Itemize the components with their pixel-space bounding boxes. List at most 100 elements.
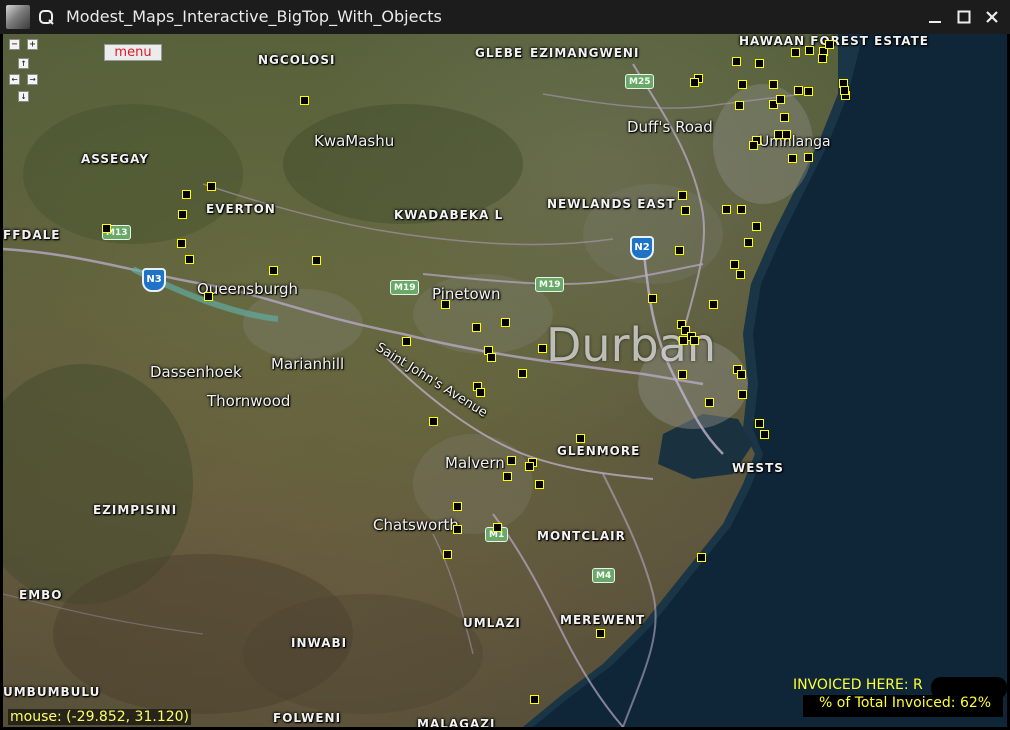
invoice-location-marker[interactable]	[476, 388, 485, 397]
invoice-location-marker[interactable]	[752, 222, 761, 231]
invoice-location-marker[interactable]	[755, 59, 764, 68]
invoice-location-marker[interactable]	[185, 255, 194, 264]
invoice-location-marker[interactable]	[780, 113, 789, 122]
route-shield: M19	[535, 277, 565, 292]
invoice-location-marker[interactable]	[794, 86, 803, 95]
invoice-location-marker[interactable]	[178, 210, 187, 219]
invoice-location-marker[interactable]	[402, 337, 411, 346]
pan-left-button[interactable]: ←	[9, 74, 20, 85]
place-label: Chatsworth	[373, 516, 459, 534]
invoice-location-marker[interactable]	[518, 369, 527, 378]
invoice-location-marker[interactable]	[525, 462, 534, 471]
invoice-location-marker[interactable]	[818, 54, 827, 63]
invoice-location-marker[interactable]	[737, 370, 746, 379]
place-label: UMBUMBULU	[3, 685, 101, 699]
invoice-location-marker[interactable]	[501, 318, 510, 327]
invoice-location-marker[interactable]	[177, 239, 186, 248]
invoice-location-marker[interactable]	[648, 294, 657, 303]
invoice-location-marker[interactable]	[736, 270, 745, 279]
place-label: Thornwood	[207, 392, 291, 410]
invoice-location-marker[interactable]	[791, 48, 800, 57]
invoice-location-marker[interactable]	[735, 101, 744, 110]
national-route-shield: N2	[630, 236, 654, 260]
invoice-location-marker[interactable]	[776, 95, 785, 104]
invoice-location-marker[interactable]	[678, 191, 687, 200]
invoice-location-marker[interactable]	[453, 502, 462, 511]
invoice-location-marker[interactable]	[675, 246, 684, 255]
invoice-location-marker[interactable]	[804, 87, 813, 96]
invoice-location-marker[interactable]	[182, 190, 191, 199]
invoice-location-marker[interactable]	[722, 205, 731, 214]
invoice-location-marker[interactable]	[679, 336, 688, 345]
place-label: EVERTON	[206, 202, 276, 216]
mouse-coords: (-29.852, 31.120)	[66, 709, 190, 725]
invoice-location-marker[interactable]	[738, 80, 747, 89]
invoice-location-marker[interactable]	[269, 266, 278, 275]
invoice-location-marker[interactable]	[760, 430, 769, 439]
invoice-location-marker[interactable]	[749, 141, 758, 150]
pan-up-button[interactable]: ↑	[18, 58, 29, 69]
route-shield: M4	[592, 568, 616, 583]
invoice-location-marker[interactable]	[507, 456, 516, 465]
invoice-location-marker[interactable]	[453, 525, 462, 534]
invoice-location-marker[interactable]	[690, 78, 699, 87]
invoice-location-marker[interactable]	[755, 419, 764, 428]
invoice-location-marker[interactable]	[805, 46, 814, 55]
invoice-location-marker[interactable]	[429, 417, 438, 426]
invoice-location-marker[interactable]	[678, 370, 687, 379]
invoice-location-marker[interactable]	[788, 154, 797, 163]
zoom-out-button[interactable]: −	[9, 39, 20, 50]
invoice-location-marker[interactable]	[472, 323, 481, 332]
invoice-location-marker[interactable]	[738, 390, 747, 399]
invoice-location-marker[interactable]	[535, 480, 544, 489]
place-label: NGCOLOSI	[258, 53, 336, 67]
invoice-location-marker[interactable]	[690, 336, 699, 345]
title-bar[interactable]: Modest_Maps_Interactive_BigTop_With_Obje…	[0, 0, 1010, 34]
invoice-location-marker[interactable]	[487, 353, 496, 362]
invoice-location-marker[interactable]	[596, 629, 605, 638]
place-label: UMLAZI	[463, 616, 521, 630]
route-shield: M19	[390, 280, 420, 295]
invoice-location-marker[interactable]	[441, 300, 450, 309]
invoice-location-marker[interactable]	[503, 472, 512, 481]
invoice-location-marker[interactable]	[102, 224, 111, 233]
invoice-location-marker[interactable]	[730, 260, 739, 269]
invoice-location-marker[interactable]	[697, 553, 706, 562]
minimize-button[interactable]	[923, 5, 947, 29]
place-label: Duff's Road	[627, 118, 713, 136]
place-label: KWADABEKA L	[394, 208, 504, 222]
invoice-location-marker[interactable]	[782, 130, 791, 139]
invoice-location-marker[interactable]	[737, 205, 746, 214]
invoice-location-marker[interactable]	[709, 300, 718, 309]
route-shield: M25	[625, 74, 655, 89]
close-button[interactable]	[980, 5, 1004, 29]
invoice-location-marker[interactable]	[705, 398, 714, 407]
maximize-icon	[957, 10, 971, 24]
invoice-location-marker[interactable]	[840, 86, 849, 95]
invoice-location-marker[interactable]	[493, 523, 502, 532]
place-label: Marianhill	[271, 355, 345, 373]
invoice-location-marker[interactable]	[769, 80, 778, 89]
invoice-location-marker[interactable]	[681, 206, 690, 215]
invoice-location-marker[interactable]	[732, 57, 741, 66]
maximize-button[interactable]	[952, 5, 976, 29]
pan-right-button[interactable]: →	[27, 74, 38, 85]
invoice-location-marker[interactable]	[300, 96, 309, 105]
invoice-location-marker[interactable]	[530, 695, 539, 704]
zoom-in-button[interactable]: +	[27, 39, 38, 50]
invoice-location-marker[interactable]	[804, 153, 813, 162]
invoice-location-marker[interactable]	[443, 550, 452, 559]
place-label: Dassenhoek	[150, 363, 242, 381]
window-title: Modest_Maps_Interactive_BigTop_With_Obje…	[66, 7, 442, 26]
invoice-location-marker[interactable]	[204, 292, 213, 301]
invoice-location-marker[interactable]	[538, 344, 547, 353]
invoice-location-marker[interactable]	[825, 40, 834, 49]
invoice-location-marker[interactable]	[207, 182, 216, 191]
map-canvas[interactable]: − + ↑ ← → ↓ menu NGCOLOSI GLEBE EZIMANGW…	[3, 34, 1007, 727]
invoice-location-marker[interactable]	[312, 256, 321, 265]
menu-button[interactable]: menu	[104, 44, 162, 61]
pan-down-button[interactable]: ↓	[18, 91, 29, 102]
window-menu-icon[interactable]	[37, 8, 55, 26]
invoice-location-marker[interactable]	[744, 238, 753, 247]
invoice-location-marker[interactable]	[576, 434, 585, 443]
